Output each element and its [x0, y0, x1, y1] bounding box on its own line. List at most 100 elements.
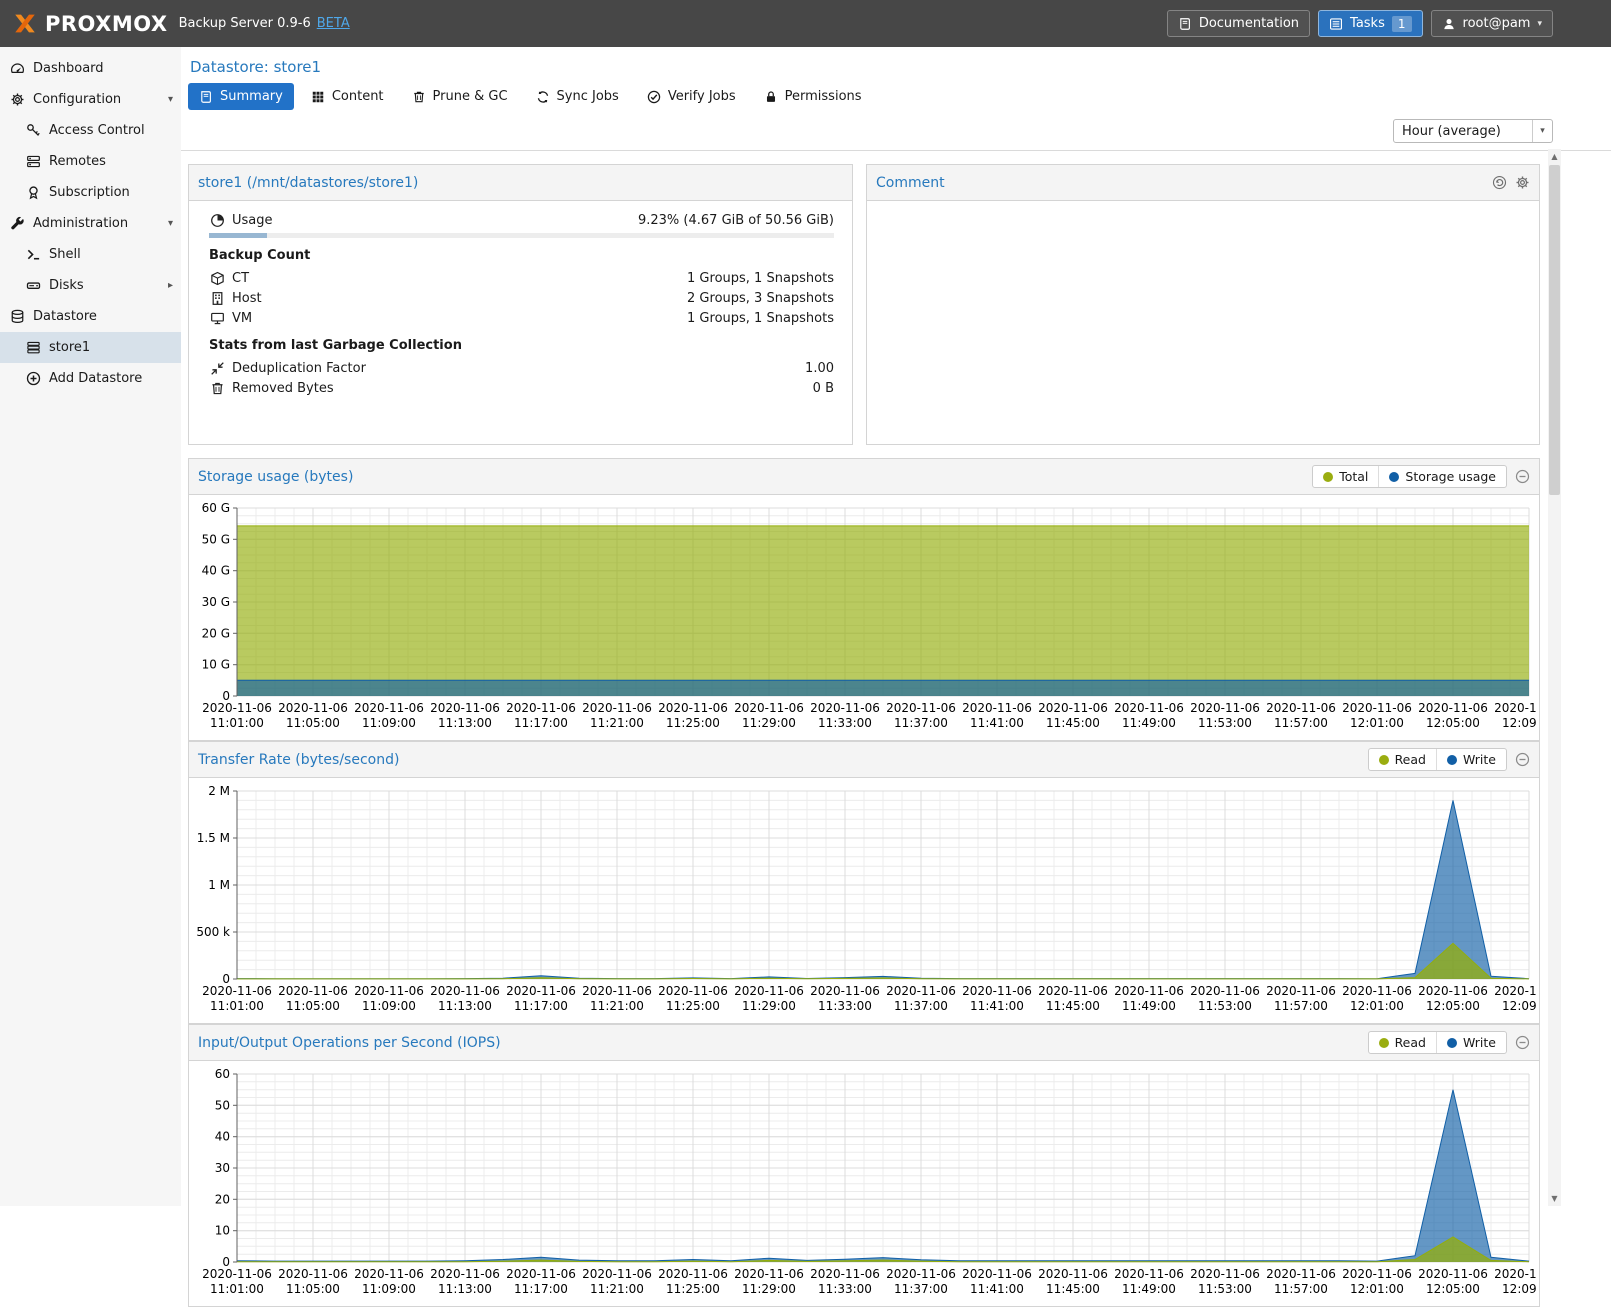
svg-text:2020-11-06: 2020-11-06 [1494, 1267, 1537, 1281]
legend-dot [1447, 1038, 1457, 1048]
svg-text:2020-11-06: 2020-11-06 [582, 984, 652, 998]
tab-verify-jobs[interactable]: Verify Jobs [636, 83, 747, 110]
svg-text:11:01:00: 11:01:00 [210, 1282, 264, 1296]
svg-text:11:29:00: 11:29:00 [742, 999, 796, 1013]
tab-content[interactable]: Content [300, 83, 395, 110]
legend-item-read[interactable]: Read [1369, 1032, 1436, 1053]
svg-text:2020-11-06: 2020-11-06 [354, 701, 424, 715]
ct-row: CT 1 Groups, 1 Snapshots [209, 268, 834, 288]
svg-text:2020-11-06: 2020-11-06 [810, 1267, 880, 1281]
proxmox-x-icon [12, 12, 38, 35]
sidebar-item-subscription[interactable]: Subscription [0, 177, 181, 208]
legend-item-storage-usage[interactable]: Storage usage [1378, 466, 1506, 487]
svg-text:11:33:00: 11:33:00 [818, 999, 872, 1013]
chevron-down-icon[interactable]: ▾ [168, 94, 173, 105]
svg-text:2020-11-06: 2020-11-06 [278, 984, 348, 998]
proxmox-logo: PROXMOX [12, 12, 168, 36]
book-icon [199, 90, 213, 104]
cube-icon [209, 270, 225, 286]
collapse-icon[interactable] [1515, 752, 1530, 767]
beta-link[interactable]: BETA [317, 16, 350, 31]
legend-item-write[interactable]: Write [1436, 1032, 1506, 1053]
svg-text:12:09:00: 12:09:00 [1502, 716, 1537, 730]
svg-text:2020-11-06: 2020-11-06 [1418, 1267, 1488, 1281]
legend-item-read[interactable]: Read [1369, 749, 1436, 770]
book-icon [1178, 17, 1192, 31]
hdd-icon [26, 278, 41, 293]
scroll-thumb[interactable] [1549, 165, 1560, 495]
layers-icon [26, 340, 41, 355]
svg-text:11:13:00: 11:13:00 [438, 1282, 492, 1296]
chevron-down-icon: ▾ [1537, 19, 1542, 29]
svg-text:2020-11-06: 2020-11-06 [1114, 984, 1184, 998]
revert-icon[interactable] [1492, 175, 1507, 190]
svg-text:2020-11-06: 2020-11-06 [810, 984, 880, 998]
svg-text:2020-11-06: 2020-11-06 [886, 984, 956, 998]
svg-text:2020-11-06: 2020-11-06 [278, 1267, 348, 1281]
legend-item-total[interactable]: Total [1313, 466, 1378, 487]
scroll-up-button[interactable] [1548, 149, 1561, 164]
svg-text:11:01:00: 11:01:00 [210, 716, 264, 730]
terminal-icon [26, 247, 41, 262]
usage-label: Usage [232, 213, 273, 228]
svg-text:12:05:00: 12:05:00 [1426, 999, 1480, 1013]
sidebar-item-datastore[interactable]: Datastore [0, 301, 181, 332]
svg-text:11:45:00: 11:45:00 [1046, 999, 1100, 1013]
documentation-button[interactable]: Documentation [1167, 10, 1310, 37]
svg-text:50: 50 [215, 1098, 230, 1112]
sidebar-item-disks[interactable]: Disks ▸ [0, 270, 181, 301]
legend-dot [1323, 472, 1333, 482]
svg-text:2020-11-06: 2020-11-06 [202, 1267, 272, 1281]
user-menu-button[interactable]: root@pam ▾ [1431, 10, 1553, 37]
key-icon [26, 123, 41, 138]
legend-item-write[interactable]: Write [1436, 749, 1506, 770]
usage-row: Usage 9.23% (4.67 GiB of 50.56 GiB) [209, 210, 834, 230]
svg-text:2020-11-06: 2020-11-06 [430, 984, 500, 998]
compress-icon [209, 360, 225, 376]
lock-icon [764, 90, 778, 104]
svg-text:11:33:00: 11:33:00 [818, 716, 872, 730]
collapse-icon[interactable] [1515, 469, 1530, 484]
check-circle-icon [647, 90, 661, 104]
svg-text:2020-11-06: 2020-11-06 [658, 701, 728, 715]
svg-text:12:05:00: 12:05:00 [1426, 1282, 1480, 1296]
tab-permissions[interactable]: Permissions [753, 83, 873, 110]
svg-text:2020-11-06: 2020-11-06 [962, 701, 1032, 715]
svg-text:60: 60 [215, 1067, 230, 1081]
task-list-icon [1329, 17, 1343, 31]
sidebar-item-dashboard[interactable]: Dashboard [0, 53, 181, 84]
svg-text:12:09:00: 12:09:00 [1502, 999, 1537, 1013]
sidebar-item-shell[interactable]: Shell [0, 239, 181, 270]
svg-text:2020-11-06: 2020-11-06 [202, 701, 272, 715]
tab-summary[interactable]: Summary [188, 83, 294, 110]
tab-sync-jobs[interactable]: Sync Jobs [525, 83, 630, 110]
svg-text:2020-11-06: 2020-11-06 [658, 1267, 728, 1281]
chart-legend: Read Write [1368, 748, 1507, 771]
svg-text:11:57:00: 11:57:00 [1274, 999, 1328, 1013]
product-subtitle: Backup Server 0.9-6 [179, 16, 311, 31]
collapse-icon[interactable] [1515, 1035, 1530, 1050]
svg-text:11:21:00: 11:21:00 [590, 999, 644, 1013]
comment-panel: Comment [866, 164, 1540, 445]
svg-text:11:33:00: 11:33:00 [818, 1282, 872, 1296]
tasks-button[interactable]: Tasks 1 [1318, 10, 1422, 37]
gear-icon[interactable] [1515, 175, 1530, 190]
scrollbar[interactable] [1548, 149, 1561, 1206]
scroll-down-button[interactable] [1548, 1191, 1561, 1206]
svg-text:40: 40 [215, 1130, 230, 1144]
tab-prune-gc[interactable]: Prune & GC [401, 83, 519, 110]
svg-text:2020-11-06: 2020-11-06 [1190, 701, 1260, 715]
sidebar-item-add-datastore[interactable]: Add Datastore [0, 363, 181, 394]
sidebar-item-access-control[interactable]: Access Control [0, 115, 181, 146]
svg-text:2020-11-06: 2020-11-06 [506, 984, 576, 998]
chevron-right-icon[interactable]: ▸ [168, 280, 173, 291]
sidebar-item-remotes[interactable]: Remotes [0, 146, 181, 177]
chevron-down-icon[interactable]: ▾ [168, 218, 173, 229]
sidebar-item-store1[interactable]: store1 [0, 332, 181, 363]
sidebar-item-configuration[interactable]: Configuration ▾ [0, 84, 181, 115]
legend-dot [1389, 472, 1399, 482]
svg-text:1.5 M: 1.5 M [197, 831, 230, 845]
sidebar-item-administration[interactable]: Administration ▾ [0, 208, 181, 239]
svg-text:2020-11-06: 2020-11-06 [1038, 1267, 1108, 1281]
time-range-select[interactable]: Hour (average) [1393, 119, 1553, 143]
